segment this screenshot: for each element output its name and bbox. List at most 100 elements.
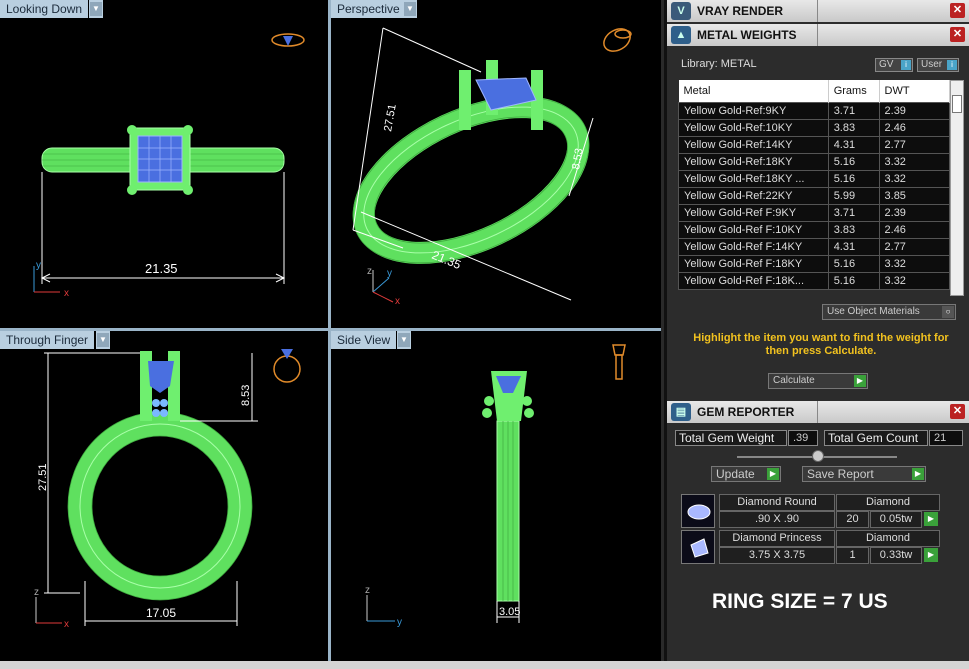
header-divider bbox=[817, 24, 818, 46]
calculate-button[interactable]: Calculate ▶ bbox=[768, 373, 868, 389]
table-row[interactable]: Yellow Gold-Ref F:18K... 5.16 3.32 bbox=[678, 271, 951, 290]
panel-title: GEM REPORTER bbox=[697, 405, 795, 419]
table-row[interactable]: Yellow Gold-Ref:14KY 4.31 2.77 bbox=[678, 135, 951, 154]
table-row[interactable]: Yellow Gold-Ref F:9KY 3.71 2.39 bbox=[678, 203, 951, 222]
table-row[interactable]: Yellow Gold-Ref:22KY 5.99 3.85 bbox=[678, 186, 951, 205]
scrollbar-thumb[interactable] bbox=[952, 95, 962, 113]
gem-reporter-header[interactable]: ▤ GEM REPORTER ✕ bbox=[667, 401, 969, 423]
column-header[interactable]: DWT bbox=[879, 80, 951, 102]
dimension-height: 27.51 bbox=[37, 463, 49, 491]
use-object-materials-button[interactable]: Use Object Materials ○ bbox=[822, 304, 956, 320]
viewport-label[interactable]: Perspective bbox=[331, 0, 406, 18]
viewport-perspective[interactable]: 27.51 8.53 21.35 z y x Perspective ▼ bbox=[331, 0, 661, 328]
vray-render-header[interactable]: V VRAY RENDER ✕ bbox=[667, 0, 969, 22]
viewport-menu-button[interactable]: ▼ bbox=[397, 331, 411, 349]
user-toggle[interactable]: User i bbox=[917, 58, 959, 72]
column-header[interactable]: Metal bbox=[678, 80, 829, 102]
table-cell: 3.83 bbox=[827, 118, 880, 137]
save-report-button[interactable]: Save Report ▶ bbox=[802, 466, 926, 482]
viewport-label[interactable]: Looking Down bbox=[0, 0, 89, 18]
table-row[interactable]: Yellow Gold-Ref:18KY ... 5.16 3.32 bbox=[678, 169, 951, 188]
axis-y-label: y bbox=[36, 260, 41, 271]
panel-title: VRAY RENDER bbox=[697, 4, 784, 18]
play-icon[interactable]: ▶ bbox=[924, 548, 938, 562]
viewport-label[interactable]: Side View bbox=[331, 331, 397, 349]
play-icon: ▶ bbox=[912, 468, 924, 480]
gem-size: 3.75 X 3.75 bbox=[719, 547, 835, 564]
ring-side-view: 3.05 z y bbox=[365, 344, 626, 628]
table-cell: Yellow Gold-Ref F:18K... bbox=[678, 271, 829, 290]
table-cell: 3.71 bbox=[827, 203, 880, 222]
table-cell: 3.32 bbox=[878, 169, 951, 188]
table-cell: 5.16 bbox=[827, 271, 880, 290]
table-cell: 2.39 bbox=[878, 203, 951, 222]
table-cell: 3.32 bbox=[878, 254, 951, 273]
gem-name: Diamond Round bbox=[719, 494, 835, 511]
table-cell: Yellow Gold-Ref F:9KY bbox=[678, 203, 829, 222]
ring-size-caption: RING SIZE = 7 US bbox=[712, 590, 888, 613]
report-icon: ▤ bbox=[671, 403, 691, 421]
table-cell: Yellow Gold-Ref F:18KY bbox=[678, 254, 829, 273]
table-cell: Yellow Gold-Ref:18KY bbox=[678, 152, 829, 171]
ring-perspective-view: 27.51 8.53 21.35 z y x bbox=[352, 27, 632, 307]
table-cell: 3.85 bbox=[878, 186, 951, 205]
chevron-down-icon: ▼ bbox=[398, 333, 410, 347]
table-cell: Yellow Gold-Ref:22KY bbox=[678, 186, 829, 205]
header-divider bbox=[817, 0, 818, 22]
viewport-looking-down[interactable]: 21.35 y x Looking Down ▼ bbox=[0, 0, 328, 328]
axis-y-label: y bbox=[397, 617, 402, 628]
column-header[interactable]: Grams bbox=[828, 80, 880, 102]
ring-top-view: 21.35 y x bbox=[33, 33, 305, 299]
total-gem-count-value: 21 bbox=[929, 430, 963, 446]
vray-icon: V bbox=[671, 2, 691, 20]
gv-toggle[interactable]: GV i bbox=[875, 58, 913, 72]
viewport-menu-button[interactable]: ▼ bbox=[403, 0, 417, 18]
close-icon[interactable]: ✕ bbox=[950, 404, 965, 419]
viewport-menu-button[interactable]: ▼ bbox=[96, 331, 110, 349]
checkbox-icon: ○ bbox=[942, 306, 954, 318]
gem-weight: 0.05tw bbox=[870, 511, 922, 528]
update-button[interactable]: Update ▶ bbox=[711, 466, 781, 482]
dimension-width: 21.35 bbox=[145, 261, 178, 276]
chevron-down-icon: ▼ bbox=[404, 2, 416, 16]
table-cell: 2.77 bbox=[878, 237, 951, 256]
viewport-side-view[interactable]: 3.05 z y Side View ▼ bbox=[331, 331, 661, 661]
table-cell: Yellow Gold-Ref:10KY bbox=[678, 118, 829, 137]
gem-count: 20 bbox=[836, 511, 869, 528]
close-icon[interactable]: ✕ bbox=[950, 27, 965, 42]
info-icon: i bbox=[901, 60, 911, 70]
dimension-head: 8.53 bbox=[240, 385, 252, 406]
table-row[interactable]: Yellow Gold-Ref F:10KY 3.83 2.46 bbox=[678, 220, 951, 239]
viewport-menu-button[interactable]: ▼ bbox=[89, 0, 103, 18]
axis-x-label: x bbox=[64, 288, 69, 299]
panel-slider-knob[interactable] bbox=[812, 450, 824, 462]
gem-weight: 0.33tw bbox=[870, 547, 922, 564]
gem-type: Diamond bbox=[836, 494, 940, 511]
flask-icon: ▲ bbox=[671, 26, 691, 44]
table-cell: 3.71 bbox=[827, 101, 880, 120]
viewport-label[interactable]: Through Finger bbox=[0, 331, 95, 349]
table-row[interactable]: Yellow Gold-Ref F:14KY 4.31 2.77 bbox=[678, 237, 951, 256]
axis-z-label: z bbox=[367, 266, 372, 277]
close-icon[interactable]: ✕ bbox=[950, 3, 965, 18]
table-row[interactable]: Yellow Gold-Ref:10KY 3.83 2.46 bbox=[678, 118, 951, 137]
gem-row-princess[interactable]: Diamond Princess Diamond 3.75 X 3.75 1 0… bbox=[681, 530, 940, 566]
dimension-band: 3.05 bbox=[499, 606, 520, 618]
gem-size: .90 X .90 bbox=[719, 511, 835, 528]
table-row[interactable]: Yellow Gold-Ref:9KY 3.71 2.39 bbox=[678, 101, 951, 120]
metal-weights-header[interactable]: ▲ METAL WEIGHTS ✕ bbox=[667, 24, 969, 46]
viewport-divider[interactable] bbox=[0, 328, 661, 331]
viewport-through-finger[interactable]: 27.51 8.53 17.05 z x Through Finger ▼ bbox=[0, 331, 328, 661]
table-cell: Yellow Gold-Ref F:10KY bbox=[678, 220, 829, 239]
round-diamond-icon bbox=[681, 494, 715, 528]
play-icon[interactable]: ▶ bbox=[924, 512, 938, 526]
table-cell: 3.32 bbox=[878, 271, 951, 290]
table-scrollbar[interactable] bbox=[950, 80, 964, 296]
play-icon: ▶ bbox=[767, 468, 779, 480]
table-row[interactable]: Yellow Gold-Ref F:18KY 5.16 3.32 bbox=[678, 254, 951, 273]
gem-row-round[interactable]: Diamond Round Diamond .90 X .90 20 0.05t… bbox=[681, 494, 940, 530]
table-cell: 5.16 bbox=[827, 254, 880, 273]
table-row[interactable]: Yellow Gold-Ref:18KY 5.16 3.32 bbox=[678, 152, 951, 171]
axis-x-label: x bbox=[64, 619, 69, 630]
dimension-width: 17.05 bbox=[146, 606, 176, 620]
